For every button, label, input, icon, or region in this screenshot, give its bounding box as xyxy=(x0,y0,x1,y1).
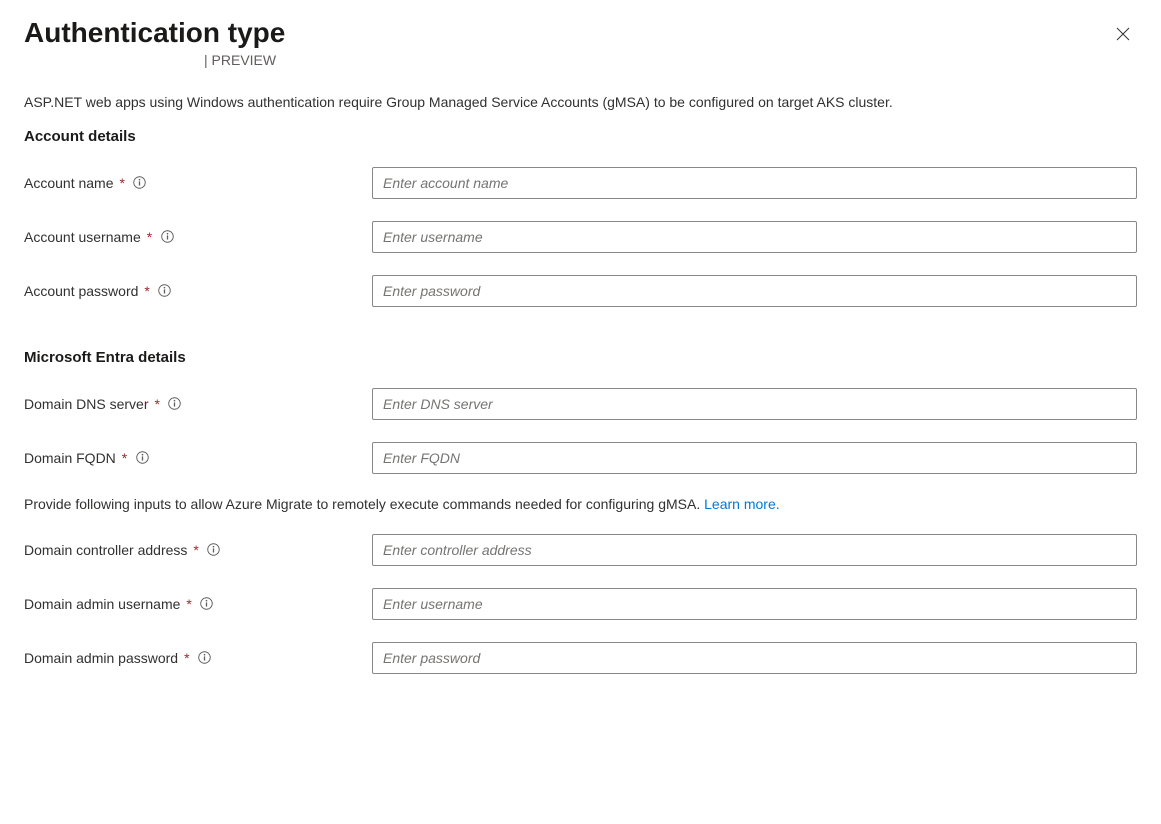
domain-admin-password-input[interactable] xyxy=(372,642,1137,674)
gmsa-hint: Provide following inputs to allow Azure … xyxy=(24,496,1137,512)
domain-admin-password-label: Domain admin password xyxy=(24,650,178,666)
gmsa-hint-text: Provide following inputs to allow Azure … xyxy=(24,496,704,512)
domain-fqdn-label: Domain FQDN xyxy=(24,450,116,466)
intro-text: ASP.NET web apps using Windows authentic… xyxy=(24,94,1137,110)
account-username-input-col xyxy=(372,221,1137,253)
account-name-label: Account name xyxy=(24,175,114,191)
info-icon[interactable] xyxy=(160,230,174,244)
domain-admin-username-input[interactable] xyxy=(372,588,1137,620)
account-password-label-col: Account password * xyxy=(24,283,372,299)
preview-label: PREVIEW xyxy=(212,52,277,68)
info-icon[interactable] xyxy=(133,176,147,190)
domain-admin-password-row: Domain admin password * xyxy=(24,642,1137,674)
account-password-label: Account password xyxy=(24,283,138,299)
account-name-row: Account name * xyxy=(24,167,1137,199)
domain-dns-row: Domain DNS server * xyxy=(24,388,1137,420)
info-icon[interactable] xyxy=(198,651,212,665)
domain-dns-input-col xyxy=(372,388,1137,420)
account-password-row: Account password * xyxy=(24,275,1137,307)
domain-controller-label: Domain controller address xyxy=(24,542,187,558)
account-password-input-col xyxy=(372,275,1137,307)
learn-more-link[interactable]: Learn more. xyxy=(704,496,779,512)
blade-header: Authentication type | PREVIEW xyxy=(24,16,1137,68)
required-mark: * xyxy=(186,596,191,612)
required-mark: * xyxy=(154,396,159,412)
account-username-row: Account username * xyxy=(24,221,1137,253)
close-icon xyxy=(1115,26,1131,42)
info-icon[interactable] xyxy=(135,451,149,465)
required-mark: * xyxy=(184,650,189,666)
account-username-input[interactable] xyxy=(372,221,1137,253)
close-button[interactable] xyxy=(1109,20,1137,48)
page-title: Authentication type xyxy=(24,16,285,50)
account-username-label-col: Account username * xyxy=(24,229,372,245)
domain-admin-username-label: Domain admin username xyxy=(24,596,180,612)
info-icon[interactable] xyxy=(200,597,214,611)
title-block: Authentication type | PREVIEW xyxy=(24,16,285,68)
account-name-input-col xyxy=(372,167,1137,199)
domain-dns-label: Domain DNS server xyxy=(24,396,148,412)
required-mark: * xyxy=(120,175,125,191)
domain-fqdn-label-col: Domain FQDN * xyxy=(24,450,372,466)
required-mark: * xyxy=(147,229,152,245)
preview-badge: | PREVIEW xyxy=(24,52,285,68)
domain-admin-username-row: Domain admin username * xyxy=(24,588,1137,620)
domain-dns-input[interactable] xyxy=(372,388,1137,420)
required-mark: * xyxy=(122,450,127,466)
domain-controller-label-col: Domain controller address * xyxy=(24,542,372,558)
domain-controller-input-col xyxy=(372,534,1137,566)
info-icon[interactable] xyxy=(168,397,182,411)
account-username-label: Account username xyxy=(24,229,141,245)
account-name-input[interactable] xyxy=(372,167,1137,199)
domain-fqdn-row: Domain FQDN * xyxy=(24,442,1137,474)
account-name-label-col: Account name * xyxy=(24,175,372,191)
domain-admin-username-label-col: Domain admin username * xyxy=(24,596,372,612)
account-details-heading: Account details xyxy=(24,128,1137,145)
entra-details-heading: Microsoft Entra details xyxy=(24,349,1137,366)
domain-admin-password-input-col xyxy=(372,642,1137,674)
account-password-input[interactable] xyxy=(372,275,1137,307)
domain-controller-row: Domain controller address * xyxy=(24,534,1137,566)
required-mark: * xyxy=(193,542,198,558)
info-icon[interactable] xyxy=(158,284,172,298)
domain-controller-input[interactable] xyxy=(372,534,1137,566)
domain-admin-username-input-col xyxy=(372,588,1137,620)
domain-dns-label-col: Domain DNS server * xyxy=(24,396,372,412)
domain-fqdn-input[interactable] xyxy=(372,442,1137,474)
domain-admin-password-label-col: Domain admin password * xyxy=(24,650,372,666)
domain-fqdn-input-col xyxy=(372,442,1137,474)
authentication-type-blade: Authentication type | PREVIEW ASP.NET we… xyxy=(0,0,1161,698)
info-icon[interactable] xyxy=(207,543,221,557)
preview-separator: | xyxy=(204,52,212,68)
required-mark: * xyxy=(144,283,149,299)
